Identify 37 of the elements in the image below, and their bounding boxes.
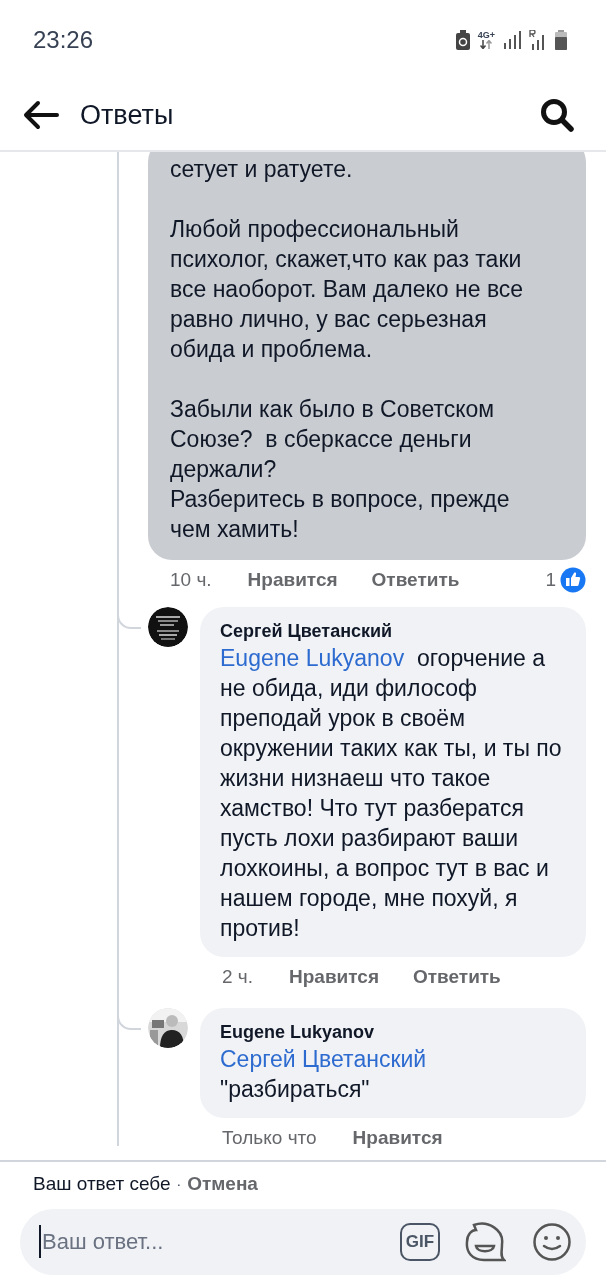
comment-action-link[interactable]: Ответить (371, 565, 460, 595)
comment-text: Разберитесь в вопросе, прежде чем хамить! (170, 485, 511, 544)
comment-action-link[interactable]: Ответить (413, 962, 501, 992)
like-count: 1 (545, 567, 556, 592)
mention-link[interactable]: Сергей Цветанский (220, 1046, 427, 1072)
reply-context: Ваш ответ себе (33, 1172, 171, 1196)
battery-saver-icon (455, 30, 470, 50)
author-name: Eugene Lukyanov (220, 1021, 376, 1044)
search-button[interactable] (538, 96, 576, 134)
comment-text: сетует и ратуете. (170, 155, 354, 184)
cancel-link[interactable]: Отмена (187, 1170, 258, 1199)
battery-icon (555, 30, 567, 50)
comment-text: Забыли как было в Советском Союзе? в сберкассе деньги держали? (170, 395, 496, 484)
separator-dot: · (176, 1174, 182, 1194)
comment-action-link[interactable]: Нравится (247, 565, 338, 595)
reply-field[interactable]: Ваш ответ... GIF (20, 1208, 586, 1275)
comment-action-link[interactable]: Нравится (289, 962, 379, 992)
comment-time: 10 ч. (170, 567, 212, 592)
emoji-icon[interactable] (532, 1221, 572, 1262)
gif-button[interactable]: GIF (400, 1222, 440, 1261)
comment-text: Любой профессиональный психолог, скажет,что как раз таки все наоборот. Вам далеко не все равно лично, у вас серьезная обида и проблема. (170, 215, 525, 364)
mention-link[interactable]: Eugene Lukyanov (220, 645, 405, 671)
signal-icon (503, 31, 521, 49)
page-title: Ответы (80, 98, 175, 132)
sticker-icon[interactable] (464, 1221, 506, 1262)
reply-text: Eugene Lukyanov огорчение а не обида, иди философ преподай урок в своём окружении таких как ты, и ты по жизни низнаеш что такое хамство! Что тут разбератся пусть лохи разбирают ваши лохкоины, а вопрос тут в вас и нашем городе, мне похуй, я против! (220, 644, 563, 943)
comment-action-link[interactable]: Нравится (352, 1123, 443, 1153)
comment-time: 2 ч. (222, 964, 254, 989)
reply-text: Сергей Цветанский "разбираться" (220, 1045, 428, 1104)
like-reaction-icon (560, 567, 586, 593)
network-type: 4G+ (477, 31, 495, 40)
reply-input[interactable]: Ваш ответ... (39, 1225, 392, 1258)
author-name: Сергей Цветанский (220, 620, 394, 643)
comment-time: Только что (222, 1125, 317, 1150)
status-time: 23:26 (33, 25, 94, 55)
roaming-signal-icon (529, 30, 547, 50)
data-arrows-icon (480, 40, 493, 49)
